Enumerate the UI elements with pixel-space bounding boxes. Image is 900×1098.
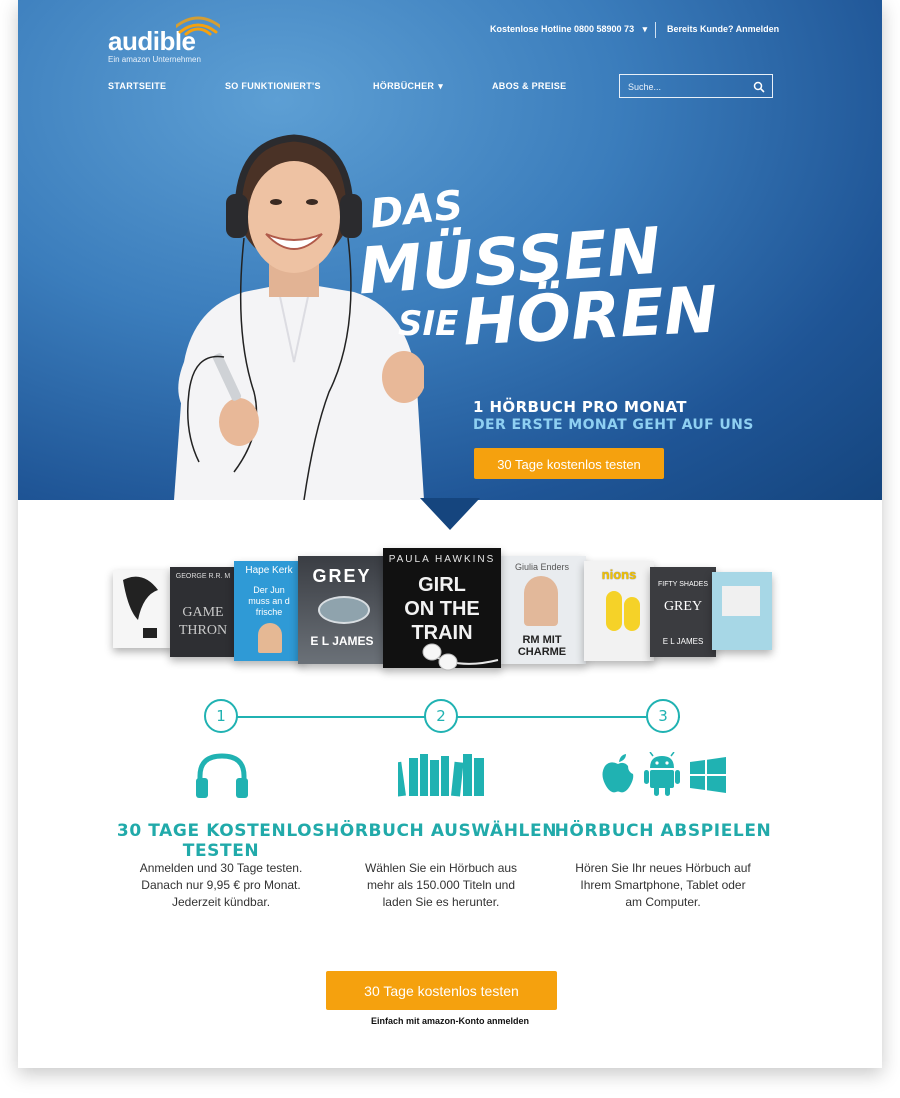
book-cover[interactable]: GEORGE R.R. M GAME THRON bbox=[170, 567, 236, 657]
windows-icon bbox=[690, 757, 726, 793]
book-cover[interactable]: nions bbox=[584, 561, 654, 661]
slogan-hoeren: HÖREN bbox=[461, 273, 720, 361]
chevron-down-icon: ▾ bbox=[438, 81, 444, 91]
hotline-dropdown[interactable]: Kostenlose Hotline 0800 58900 73 ▾ bbox=[490, 24, 647, 35]
amazon-logo-word: amazon bbox=[422, 1016, 456, 1026]
nav-startseite[interactable]: STARTSEITE bbox=[108, 81, 166, 91]
logo-subtitle: Ein amazon Unternehmen bbox=[108, 55, 201, 64]
step-2-line: Wählen Sie ein Hörbuch aus bbox=[364, 861, 518, 875]
book-author: E L JAMES bbox=[662, 637, 704, 646]
book-title: GAME bbox=[182, 605, 224, 620]
book-portrait bbox=[524, 576, 558, 626]
book-title: GREY bbox=[312, 566, 372, 586]
amazon-signin-note[interactable]: Einfach mit amazon-Konto anmelden bbox=[18, 1016, 882, 1026]
step-1-circle: 1 bbox=[204, 699, 238, 733]
book-cover[interactable]: Hape Kerk Der Jun muss an d frische bbox=[234, 561, 304, 661]
hero-section: audible Ein amazon Unternehmen Kostenlos… bbox=[18, 0, 882, 500]
search-box bbox=[619, 74, 773, 98]
book-author: PAULA HAWKINS bbox=[388, 554, 496, 565]
step-2-line: mehr als 150.000 Titeln und bbox=[366, 878, 516, 892]
minion-image bbox=[624, 597, 640, 631]
hero-trial-button[interactable]: 30 Tage kostenlos testen bbox=[474, 448, 664, 479]
book-author: GEORGE R.R. M bbox=[175, 573, 231, 580]
hero-tagline-1: 1 HÖRBUCH PRO MONAT bbox=[473, 398, 687, 416]
login-link[interactable]: Bereits Kunde? Anmelden bbox=[667, 24, 779, 34]
step-3-line: Hören Sie Ihr neues Hörbuch auf bbox=[575, 861, 751, 875]
step-3-line: am Computer. bbox=[625, 895, 701, 909]
android-icon bbox=[644, 752, 680, 796]
search-input[interactable] bbox=[626, 78, 750, 96]
audible-logo[interactable]: audible Ein amazon Unternehmen bbox=[108, 16, 220, 64]
book-cover[interactable] bbox=[712, 572, 772, 650]
books-icon bbox=[398, 754, 484, 797]
step-2-line: laden Sie es herunter. bbox=[382, 895, 500, 909]
book-author: E L JAMES bbox=[310, 634, 374, 648]
book-cover[interactable] bbox=[113, 570, 173, 648]
headphones-icon bbox=[196, 753, 248, 798]
book-title: ON THE bbox=[404, 598, 480, 620]
book-title: frische bbox=[255, 607, 283, 617]
slogan-sie: SIE bbox=[398, 304, 459, 344]
book-art bbox=[722, 586, 760, 616]
amazon-note-suffix: -Konto anmelden bbox=[455, 1016, 530, 1026]
slogan-das: DAS bbox=[367, 182, 466, 238]
step-2-text: Wählen Sie ein Hörbuch aus mehr als 150.… bbox=[311, 860, 571, 911]
search-icon[interactable] bbox=[752, 80, 766, 94]
book-cover-carousel: GEORGE R.R. M GAME THRON Hape Kerk Der J… bbox=[18, 540, 882, 671]
book-title: nions bbox=[601, 567, 637, 582]
apple-icon bbox=[602, 754, 634, 793]
nav-so-funktionierts[interactable]: SO FUNKTIONIERT'S bbox=[225, 81, 321, 91]
step-3-title: HÖRBUCH ABSPIELEN bbox=[554, 821, 772, 841]
book-title: FIFTY SHADES bbox=[657, 581, 709, 588]
minion-image bbox=[606, 591, 622, 631]
book-title: GIRL bbox=[418, 574, 466, 596]
nav-abos-preise[interactable]: ABOS & PREISE bbox=[492, 81, 566, 91]
book-author: Hape Kerk bbox=[245, 565, 293, 576]
book-cover[interactable]: FIFTY SHADES GREY E L JAMES bbox=[650, 567, 716, 657]
step-2-title: HÖRBUCH AUSWÄHLEN bbox=[324, 821, 558, 841]
book-title: Der Jun bbox=[253, 585, 285, 595]
book-author: Giulia Enders bbox=[514, 562, 570, 572]
hotline-text: Kostenlose Hotline 0800 58900 73 bbox=[490, 24, 635, 34]
book-title: THRON bbox=[178, 623, 228, 638]
bottom-trial-button[interactable]: 30 Tage kostenlos testen bbox=[326, 971, 557, 1010]
book-cover[interactable]: GREY E L JAMES bbox=[298, 556, 386, 664]
book-silhouette-icon bbox=[123, 576, 158, 638]
page: audible Ein amazon Unternehmen Kostenlos… bbox=[18, 0, 882, 1068]
book-title: GREY bbox=[663, 599, 703, 614]
step-3-line: Ihrem Smartphone, Tablet oder bbox=[580, 878, 746, 892]
step-3-circle: 3 bbox=[646, 699, 680, 733]
book-portrait bbox=[258, 623, 282, 653]
earbuds-icon bbox=[422, 643, 499, 671]
eye-image bbox=[318, 596, 370, 624]
step-3-text: Hören Sie Ihr neues Hörbuch auf Ihrem Sm… bbox=[533, 860, 793, 911]
nav-hoerbuecher-label: HÖRBÜCHER bbox=[373, 81, 435, 91]
hero-tagline-2: DER ERSTE MONAT GEHT AUF UNS bbox=[473, 417, 754, 433]
step-2-circle: 2 bbox=[424, 699, 458, 733]
header-divider bbox=[655, 22, 656, 38]
hero-slogan: DAS MÜSSEN SIE HÖREN bbox=[356, 182, 720, 385]
logo-waves-icon bbox=[176, 16, 220, 36]
hero-notch bbox=[420, 498, 480, 530]
chevron-down-icon: ▾ bbox=[642, 24, 648, 34]
amazon-note-prefix: Einfach mit bbox=[370, 1016, 422, 1026]
nav-hoerbuecher[interactable]: HÖRBÜCHER ▾ bbox=[373, 81, 443, 92]
book-title: muss an d bbox=[248, 596, 290, 606]
